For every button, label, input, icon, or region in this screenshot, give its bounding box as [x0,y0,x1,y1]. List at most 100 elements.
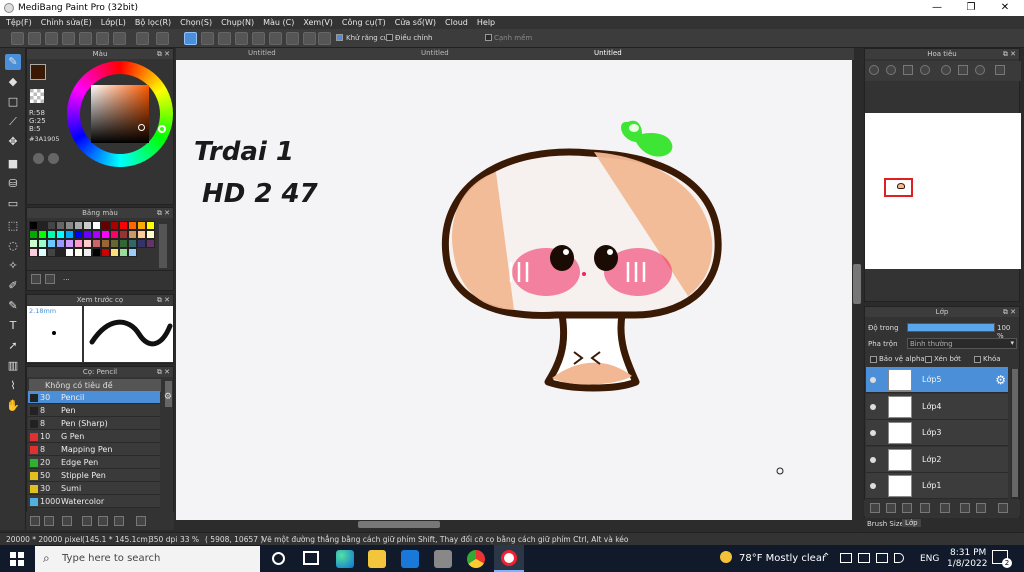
brush-item[interactable]: 10 G Pen [28,430,160,443]
brush-item[interactable]: 8 Pen (Sharp) [28,417,160,430]
duplicate-layer-icon[interactable] [960,503,970,513]
palette-swatch[interactable] [56,230,65,239]
eyedropper-tool-icon[interactable]: ⌇ [5,378,21,394]
menu-color[interactable]: Màu (C) [263,18,294,27]
palette-swatch[interactable] [137,221,146,230]
palette-swatch[interactable] [47,230,56,239]
flip-icon[interactable] [995,65,1005,75]
brush-export-icon[interactable] [82,516,92,526]
protect-alpha-checkbox[interactable] [870,356,877,363]
brush-duplicate-icon[interactable] [114,516,124,526]
snap-off-icon[interactable] [184,32,197,45]
task-view-icon[interactable] [303,551,319,565]
palette-swatch[interactable] [110,248,119,257]
menu-select[interactable]: Chọn(S) [180,18,212,27]
brush-delete-icon[interactable] [136,516,146,526]
palette-swatch[interactable] [65,248,74,257]
eye-icon[interactable] [870,430,876,436]
palette-swatch[interactable] [110,221,119,230]
network-icon[interactable] [840,553,852,563]
brush-item[interactable]: 8 Mapping Pen [28,443,160,456]
palette-swatch[interactable] [29,221,38,230]
brush-tool-icon[interactable]: ✎ [5,54,21,70]
eye-icon[interactable] [870,483,876,489]
palette-swatch[interactable] [101,221,110,230]
menu-file[interactable]: Tệp(F) [6,18,32,27]
palette-swatch[interactable] [146,221,155,230]
palette-swatch[interactable] [38,239,47,248]
camera-icon[interactable] [434,550,452,568]
palette-swatch[interactable] [137,230,146,239]
palette-swatch[interactable] [128,239,137,248]
panel-icon[interactable] [96,32,109,45]
canvas-horizontal-scrollbar[interactable] [176,520,860,530]
rectangle-tool-icon[interactable]: □ [5,94,21,110]
palette-swatch[interactable] [101,230,110,239]
operation-tool-icon[interactable]: ➚ [5,338,21,354]
fit-icon[interactable] [903,65,913,75]
palette-swatch[interactable] [56,248,65,257]
adjust-checkbox[interactable] [386,34,393,41]
brush-item[interactable]: 30 Pencil ⚙ [28,391,172,404]
gear-icon[interactable]: ⚙ [164,391,172,404]
palette-swatch[interactable] [65,239,74,248]
new-8bit-layer-icon[interactable] [902,503,912,513]
cortana-icon[interactable] [272,552,285,565]
redo-icon[interactable] [156,32,169,45]
palette-swatch[interactable] [92,221,101,230]
undo-icon[interactable] [136,32,149,45]
eye-icon[interactable] [870,456,876,463]
snap-grid-icon[interactable] [218,32,231,45]
palette-swatch[interactable] [74,230,83,239]
cloud-icon[interactable] [11,32,24,45]
clipping-checkbox[interactable] [925,356,932,363]
palette-swatch[interactable] [38,248,47,257]
palette-swatch[interactable] [128,230,137,239]
rotate-right-icon[interactable] [975,65,985,75]
palette-swatch[interactable] [56,239,65,248]
hue-wheel[interactable] [67,61,173,167]
menu-view[interactable]: Xem(V) [303,18,333,27]
display-icon[interactable] [858,553,870,563]
snap-perspective-icon[interactable] [235,32,248,45]
clock-date[interactable]: 1/8/2022 [947,559,987,569]
select-pen-tool-icon[interactable]: ✐ [5,278,21,294]
snap-circle-icon[interactable] [269,32,282,45]
brush-item[interactable]: 1000 Watercolor [28,495,160,508]
palette-swatch[interactable] [65,221,74,230]
delete-palette-icon[interactable] [45,274,55,284]
saturation-square[interactable] [91,85,149,143]
layer-row[interactable]: Lớp5 ⚙ [866,367,1008,393]
palette-swatch[interactable] [110,230,119,239]
eye-icon[interactable] [870,403,876,410]
brush-folder-icon[interactable] [44,516,54,526]
palette-swatch[interactable] [56,221,65,230]
select-tool-icon[interactable]: ⬚ [5,218,21,234]
menu-window[interactable]: Cửa sổ(W) [395,18,436,27]
palette-swatch[interactable] [47,248,56,257]
palette-swatch[interactable] [74,221,83,230]
divide-tool-icon[interactable]: ▥ [5,358,21,374]
chevron-up-icon[interactable]: ⌃ [822,552,830,563]
comment-icon[interactable] [45,32,58,45]
menu-filter[interactable]: Bộ lọc(R) [135,18,171,27]
palette-swatch[interactable] [29,239,38,248]
menu-edit[interactable]: Chỉnh sửa(E) [41,18,92,27]
minimize-button[interactable]: — [920,0,954,16]
palette-swatch[interactable] [92,239,101,248]
swatch-icon[interactable] [48,153,59,164]
new-layer-icon[interactable] [870,503,880,513]
monitor-icon[interactable] [876,553,888,563]
message-icon[interactable] [62,32,75,45]
file-explorer-icon[interactable] [368,550,386,568]
palette-swatch[interactable] [74,239,83,248]
brush-copy-icon[interactable] [98,516,108,526]
toggle-icon[interactable] [79,32,92,45]
menu-tools[interactable]: Công cụ(T) [342,18,386,27]
zoom-in-icon[interactable] [869,65,879,75]
weather-text[interactable]: 78°F Mostly clear [739,553,826,564]
layers-scrollbar[interactable] [1011,369,1019,499]
language-indicator[interactable]: ENG [920,554,939,564]
palette-swatch[interactable] [137,239,146,248]
transparent-color-swatch[interactable] [30,89,44,103]
